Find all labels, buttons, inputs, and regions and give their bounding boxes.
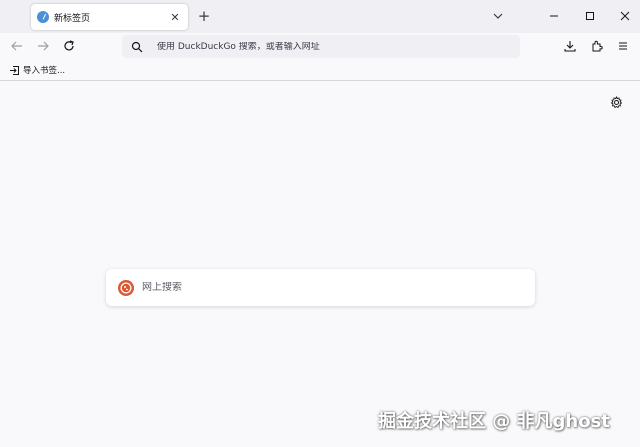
watermark: 掘金技术社区 @ 非凡ghost [378, 411, 610, 432]
gear-icon[interactable] [610, 96, 623, 109]
url-input[interactable] [157, 41, 520, 52]
chevron-down-icon[interactable] [492, 10, 504, 22]
navigation-toolbar [0, 33, 640, 61]
address-bar[interactable] [122, 35, 520, 58]
web-search-box[interactable] [106, 269, 535, 306]
hamburger-menu-icon[interactable] [616, 39, 630, 53]
back-arrow-icon[interactable] [10, 39, 24, 53]
duckduckgo-icon [118, 279, 134, 296]
tab-new-tab[interactable]: 新标签页 ✕ [31, 4, 188, 30]
reload-icon[interactable] [62, 39, 76, 53]
import-bookmarks-button[interactable]: 导入书签... [9, 64, 65, 76]
import-bookmarks-label: 导入书签... [23, 66, 66, 76]
extensions-puzzle-icon[interactable] [590, 39, 604, 53]
forward-arrow-icon[interactable] [36, 39, 50, 53]
tab-title: 新标签页 [54, 13, 91, 24]
minimize-icon[interactable] [547, 9, 561, 23]
tab-close-button[interactable]: ✕ [168, 11, 182, 24]
tab-strip: 新标签页 ✕ + [0, 0, 640, 33]
search-icon [131, 41, 143, 52]
web-search-input[interactable] [142, 282, 535, 293]
maximize-icon[interactable] [583, 9, 597, 23]
download-icon[interactable] [563, 39, 577, 53]
firefox-icon [37, 11, 49, 23]
new-tab-page: 掘金技术社区 @ 非凡ghost [0, 81, 640, 447]
bookmarks-toolbar: 导入书签... [0, 61, 640, 81]
import-icon [10, 65, 19, 75]
close-window-icon[interactable] [618, 9, 632, 23]
new-tab-button[interactable]: + [196, 8, 212, 24]
